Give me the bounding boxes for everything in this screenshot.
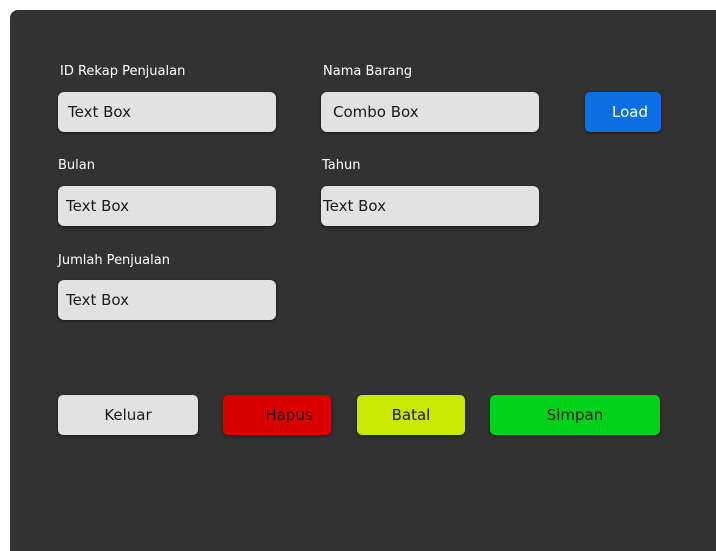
keluar-button[interactable]: Keluar [58, 395, 198, 435]
load-button-label: Load [612, 103, 648, 121]
batal-button-label: Batal [391, 406, 431, 424]
simpan-button-label: Simpan [546, 406, 604, 424]
jumlah-penjualan-label: Jumlah Penjualan [58, 253, 170, 268]
bulan-input[interactable]: Text Box [58, 186, 276, 226]
tahun-label: Tahun [322, 158, 361, 173]
simpan-button[interactable]: Simpan [490, 395, 660, 435]
id-rekap-penjualan-input[interactable]: Text Box [58, 92, 276, 132]
form-panel: ID Rekap Penjualan Text Box Nama Barang … [10, 10, 716, 551]
batal-button[interactable]: Batal [357, 395, 465, 435]
nama-barang-combobox[interactable]: Combo Box [321, 92, 539, 132]
keluar-button-label: Keluar [104, 406, 152, 424]
id-rekap-penjualan-label: ID Rekap Penjualan [60, 64, 186, 79]
jumlah-penjualan-input[interactable]: Text Box [58, 280, 276, 320]
hapus-button[interactable]: Hapus [223, 395, 331, 435]
tahun-input[interactable]: Text Box [321, 186, 539, 226]
hapus-button-label: Hapus [265, 406, 313, 424]
nama-barang-label: Nama Barang [323, 64, 413, 79]
load-button[interactable]: Load [585, 92, 661, 132]
bulan-label: Bulan [58, 158, 95, 173]
